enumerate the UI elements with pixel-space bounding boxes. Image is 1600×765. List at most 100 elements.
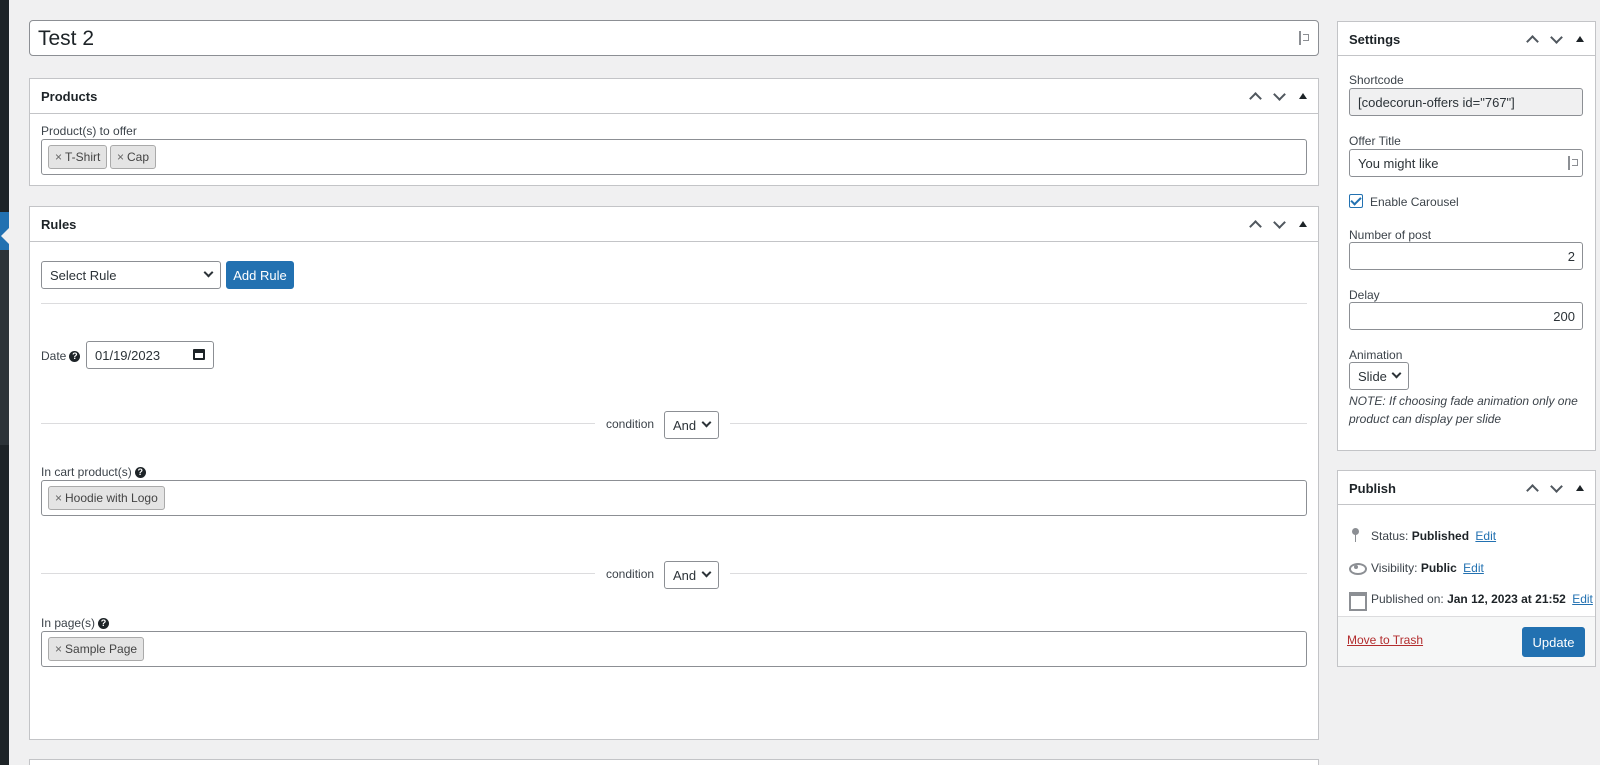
move-down-icon[interactable] [1547, 31, 1565, 49]
product-tag[interactable]: × T-Shirt [48, 145, 108, 169]
in-cart-products-label: In cart product(s)? [41, 465, 146, 479]
pin-icon [1349, 528, 1363, 542]
publish-metabox-header: Publish [1338, 471, 1595, 505]
help-icon[interactable]: ? [98, 618, 110, 629]
settings-metabox-header: Settings [1338, 22, 1595, 56]
in-pages-select[interactable]: × Sample Page [41, 631, 1307, 667]
admin-menu-current-arrow [1, 228, 9, 244]
cart-product-tag[interactable]: × Hoodie with Logo [48, 486, 165, 510]
post-title-text: Test 2 [38, 27, 95, 50]
enable-carousel-label: Enable Carousel [1370, 195, 1459, 209]
move-up-icon[interactable] [1523, 480, 1541, 498]
condition-select-value: And [673, 418, 697, 433]
date-input-value: 01/19/2023 [95, 348, 161, 363]
update-button[interactable]: Update [1522, 627, 1585, 657]
date-input[interactable]: 01/19/2023 [86, 341, 214, 369]
published-on-row: Published on: Jan 12, 2023 at 21:52 Edit [1349, 591, 1593, 611]
edit-date-link[interactable]: Edit [1572, 592, 1593, 606]
rules-metabox-title: Rules [41, 217, 77, 232]
offer-title-value: You might like [1358, 156, 1439, 171]
divider [730, 573, 1307, 574]
offer-title-field[interactable]: You might like [1349, 149, 1583, 177]
delay-value: 200 [1553, 309, 1575, 324]
help-icon[interactable]: ? [69, 351, 81, 362]
move-up-icon[interactable] [1523, 31, 1541, 49]
products-metabox-title: Products [41, 89, 98, 104]
animation-select[interactable]: Slide [1349, 362, 1409, 390]
condition-select[interactable]: And [664, 411, 719, 439]
visibility-label: Visibility: [1371, 561, 1418, 575]
date-label-text: Date [41, 349, 67, 363]
move-down-icon[interactable] [1270, 88, 1288, 106]
help-icon[interactable]: ? [134, 467, 146, 478]
admin-submenu [0, 250, 9, 445]
chevron-down-icon [701, 567, 712, 578]
edit-status-link[interactable]: Edit [1475, 529, 1496, 543]
cart-product-tag-label: Hoodie with Logo [65, 491, 158, 505]
publish-actions: Move to Trash Update [1338, 616, 1595, 666]
product-tag-label: T-Shirt [65, 150, 101, 164]
admin-menu-strip [0, 0, 9, 765]
product-tag-label: Cap [127, 150, 150, 164]
page-tag[interactable]: × Sample Page [48, 637, 145, 661]
chevron-down-icon [701, 417, 712, 428]
divider [730, 423, 1307, 424]
products-to-offer-label: Product(s) to offer [41, 124, 137, 138]
number-of-post-value: 2 [1567, 249, 1575, 264]
remove-tag-icon[interactable]: × [55, 491, 62, 505]
condition-select-value: And [673, 568, 697, 583]
in-cart-products-label-text: In cart product(s) [41, 465, 132, 479]
edit-visibility-link[interactable]: Edit [1463, 561, 1484, 575]
in-pages-label: In page(s)? [41, 616, 110, 630]
move-up-icon[interactable] [1246, 216, 1264, 234]
products-to-offer-select[interactable]: × T-Shirt × Cap [41, 139, 1307, 175]
number-of-post-label: Number of post [1349, 228, 1432, 242]
delay-field[interactable]: 200 [1349, 302, 1583, 330]
product-tag[interactable]: × Cap [110, 145, 157, 169]
animation-select-value: Slide [1358, 369, 1387, 384]
chevron-down-icon [1391, 368, 1402, 379]
remove-tag-icon[interactable]: × [55, 642, 62, 656]
rules-metabox-header: Rules [30, 207, 1318, 242]
move-to-trash-link[interactable]: Move to Trash [1347, 633, 1423, 647]
settings-metabox-title: Settings [1349, 32, 1401, 47]
remove-tag-icon[interactable]: × [55, 150, 62, 164]
in-cart-products-select[interactable]: × Hoodie with Logo [41, 480, 1307, 516]
move-down-icon[interactable] [1270, 216, 1288, 234]
select-rule-dropdown[interactable]: Select Rule [41, 261, 221, 289]
add-rule-button[interactable]: Add Rule [226, 261, 294, 289]
move-up-icon[interactable] [1246, 88, 1264, 106]
products-metabox: Products Product(s) to offer × T-Shirt × C… [29, 78, 1319, 186]
remove-tag-icon[interactable]: × [117, 150, 124, 164]
page-tag-label: Sample Page [65, 642, 138, 656]
divider [41, 303, 1307, 304]
number-of-post-field[interactable]: 2 [1349, 242, 1583, 270]
password-manager-icon[interactable] [1299, 31, 1309, 45]
chevron-down-icon [203, 267, 214, 278]
in-pages-label-text: In page(s) [41, 616, 96, 630]
post-title-input[interactable]: Test 2 [29, 20, 1319, 56]
delay-label: Delay [1349, 288, 1380, 302]
animation-label: Animation [1349, 348, 1403, 362]
condition-label: condition [606, 417, 655, 431]
eye-icon [1349, 560, 1367, 575]
divider [41, 423, 595, 424]
enable-carousel-checkbox[interactable] [1349, 194, 1363, 208]
settings-metabox: Settings Shortcode [codecorun-offers id=… [1337, 21, 1596, 451]
offer-title-label: Offer Title [1349, 134, 1401, 148]
toggle-panel-icon[interactable] [1294, 88, 1312, 106]
condition-label: condition [606, 567, 655, 581]
calendar-picker-icon[interactable] [193, 349, 205, 360]
toggle-panel-icon[interactable] [1571, 31, 1589, 49]
condition-select[interactable]: And [664, 561, 719, 589]
rules-metabox: Rules Select Rule Add Rule Date? 01/19/2… [29, 206, 1319, 740]
move-down-icon[interactable] [1547, 480, 1565, 498]
select-rule-value: Select Rule [50, 268, 117, 283]
toggle-panel-icon[interactable] [1571, 480, 1589, 498]
published-on-label: Published on: [1371, 592, 1444, 606]
calendar-icon [1349, 591, 1367, 611]
shortcode-field[interactable]: [codecorun-offers id="767"] [1349, 88, 1583, 116]
password-manager-icon[interactable] [1568, 156, 1578, 170]
status-row: Status: Published Edit [1349, 528, 1496, 543]
toggle-panel-icon[interactable] [1294, 216, 1312, 234]
